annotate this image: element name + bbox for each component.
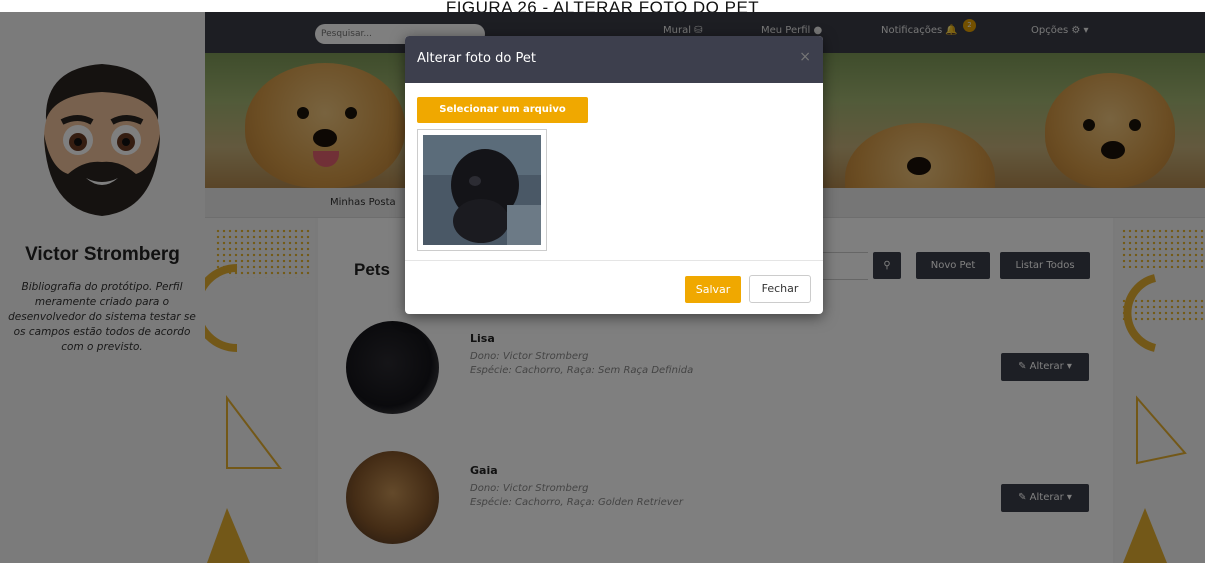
close-icon[interactable]: ×	[799, 49, 811, 65]
change-photo-modal: Alterar foto do Pet × Selecionar um arqu…	[405, 36, 823, 314]
close-button[interactable]: Fechar	[749, 275, 811, 303]
photo-preview	[417, 129, 547, 251]
modal-title: Alterar foto do Pet	[417, 51, 536, 66]
modal-header: Alterar foto do Pet ×	[405, 36, 823, 83]
preview-image	[423, 135, 541, 245]
app-screen: Victor Stromberg Bibliografia do protóti…	[0, 12, 1205, 563]
save-button[interactable]: Salvar	[685, 276, 741, 303]
modal-divider	[405, 260, 823, 261]
select-file-button[interactable]: Selecionar um arquivo	[417, 97, 588, 123]
figure-caption: FIGURA 26 - ALTERAR FOTO DO PET	[445, 0, 760, 12]
